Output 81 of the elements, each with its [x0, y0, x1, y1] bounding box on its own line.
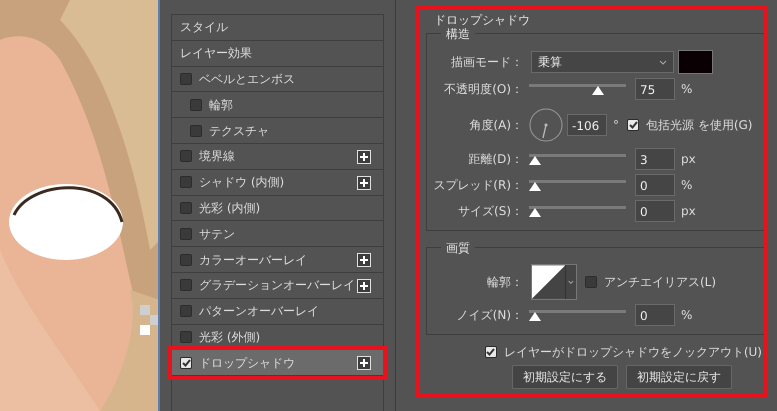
effect-list-item[interactable]: 輪郭	[172, 92, 383, 118]
section-title: ドロップシャドウ	[434, 13, 531, 27]
field-label: 輪郭：	[486, 274, 524, 291]
checkbox[interactable]	[190, 98, 202, 111]
checkbox-label: アンチエイリアス(L)	[604, 274, 716, 291]
checkbox[interactable]	[180, 305, 192, 318]
field-label: スプレッド(R)：	[432, 177, 524, 194]
number-field[interactable]: 0	[635, 304, 675, 326]
reset-button[interactable]: 初期設定にする	[512, 365, 618, 389]
slider-thumb[interactable]	[592, 86, 604, 95]
color-swatch[interactable]	[678, 50, 713, 74]
slider-thumb[interactable]	[529, 156, 541, 165]
add-icon[interactable]	[357, 356, 371, 370]
effect-label: 光彩 (外側)	[199, 328, 260, 346]
slider-thumb[interactable]	[529, 312, 541, 321]
checkbox[interactable]	[180, 330, 192, 343]
checkbox[interactable]	[180, 150, 192, 162]
checkbox[interactable]	[484, 346, 497, 358]
unit-label: %	[681, 81, 692, 98]
effect-label: テクスチャ	[209, 122, 269, 140]
blend-mode-dropdown[interactable]: 乗算	[531, 51, 674, 73]
style-list-item[interactable]: レイヤー効果	[172, 40, 383, 67]
effect-label: 光彩 (内側)	[199, 200, 260, 217]
effect-label: ドロップシャドウ	[199, 354, 295, 372]
effect-list-item[interactable]: グラデーションオーバーレイ	[172, 272, 383, 299]
field-label: サイズ(S)：	[457, 203, 524, 220]
add-icon[interactable]	[357, 176, 371, 190]
field-label: 描画モード：	[450, 54, 524, 71]
effect-label: シャドウ (内側)	[199, 174, 284, 192]
checkbox[interactable]	[180, 279, 192, 292]
effect-label: 境界線	[199, 148, 235, 166]
number-field[interactable]: 75	[635, 78, 675, 100]
slider-thumb[interactable]	[529, 182, 541, 191]
effect-label: パターンオーバーレイ	[199, 303, 319, 320]
add-icon[interactable]	[357, 278, 371, 293]
effect-label: カラーオーバーレイ	[199, 252, 307, 269]
effect-list-item[interactable]: 境界線	[172, 144, 383, 170]
unit-label: px	[681, 151, 696, 168]
field-label: 角度(A)：	[468, 117, 524, 134]
effect-label: ベベルとエンボス	[199, 70, 295, 88]
unit-label: px	[681, 203, 696, 220]
add-icon[interactable]	[357, 253, 371, 268]
field-label: 距離(D)：	[467, 151, 524, 168]
add-icon[interactable]	[357, 150, 371, 164]
effect-list-item[interactable]: 光彩 (内側)	[172, 196, 383, 222]
unit-label: %	[681, 177, 692, 194]
effect-label: サテン	[199, 226, 235, 243]
unit-label: %	[681, 307, 692, 324]
number-field[interactable]: 3	[635, 148, 675, 170]
checkbox[interactable]	[180, 254, 192, 266]
effect-list-item[interactable]: カラーオーバーレイ	[172, 247, 383, 273]
number-field[interactable]: 0	[635, 174, 675, 196]
effect-list-item[interactable]: パターンオーバーレイ	[172, 298, 383, 325]
checkbox[interactable]	[180, 228, 192, 240]
checkbox-label: レイヤーがドロップシャドウをノックアウト(U)	[504, 344, 762, 361]
contour-picker[interactable]	[531, 264, 577, 300]
effect-list-item[interactable]: テクスチャ	[172, 118, 383, 144]
effect-list-item[interactable]: シャドウ (内側)	[172, 170, 383, 196]
checkbox[interactable]	[180, 176, 192, 188]
checkbox[interactable]	[190, 124, 202, 137]
number-field[interactable]: -106	[567, 114, 607, 136]
group-title: 画質	[441, 239, 475, 257]
effect-list-item[interactable]: サテン	[172, 221, 383, 248]
effect-label: 輪郭	[209, 96, 233, 114]
angle-dial[interactable]	[529, 108, 563, 142]
caret-icon	[659, 60, 667, 64]
field-label: ノイズ(N)：	[456, 307, 524, 324]
effect-label: グラデーションオーバーレイ	[199, 277, 355, 294]
effect-list-item[interactable]: ベベルとエンボス	[172, 66, 383, 92]
slider-thumb[interactable]	[529, 208, 541, 217]
unit-label: °	[613, 117, 619, 134]
checkbox-label: 包括光源 を使用(G)	[646, 117, 752, 134]
checkbox[interactable]	[585, 276, 597, 288]
field-label: 不透明度(O)：	[443, 81, 524, 98]
reset-button[interactable]: 初期設定に戻す	[626, 365, 732, 389]
number-field[interactable]: 0	[635, 200, 675, 222]
checkbox[interactable]	[180, 356, 192, 369]
style-list-item[interactable]: スタイル	[172, 15, 383, 41]
checkbox[interactable]	[627, 119, 639, 131]
checkbox[interactable]	[180, 72, 192, 85]
checkbox[interactable]	[180, 202, 192, 214]
